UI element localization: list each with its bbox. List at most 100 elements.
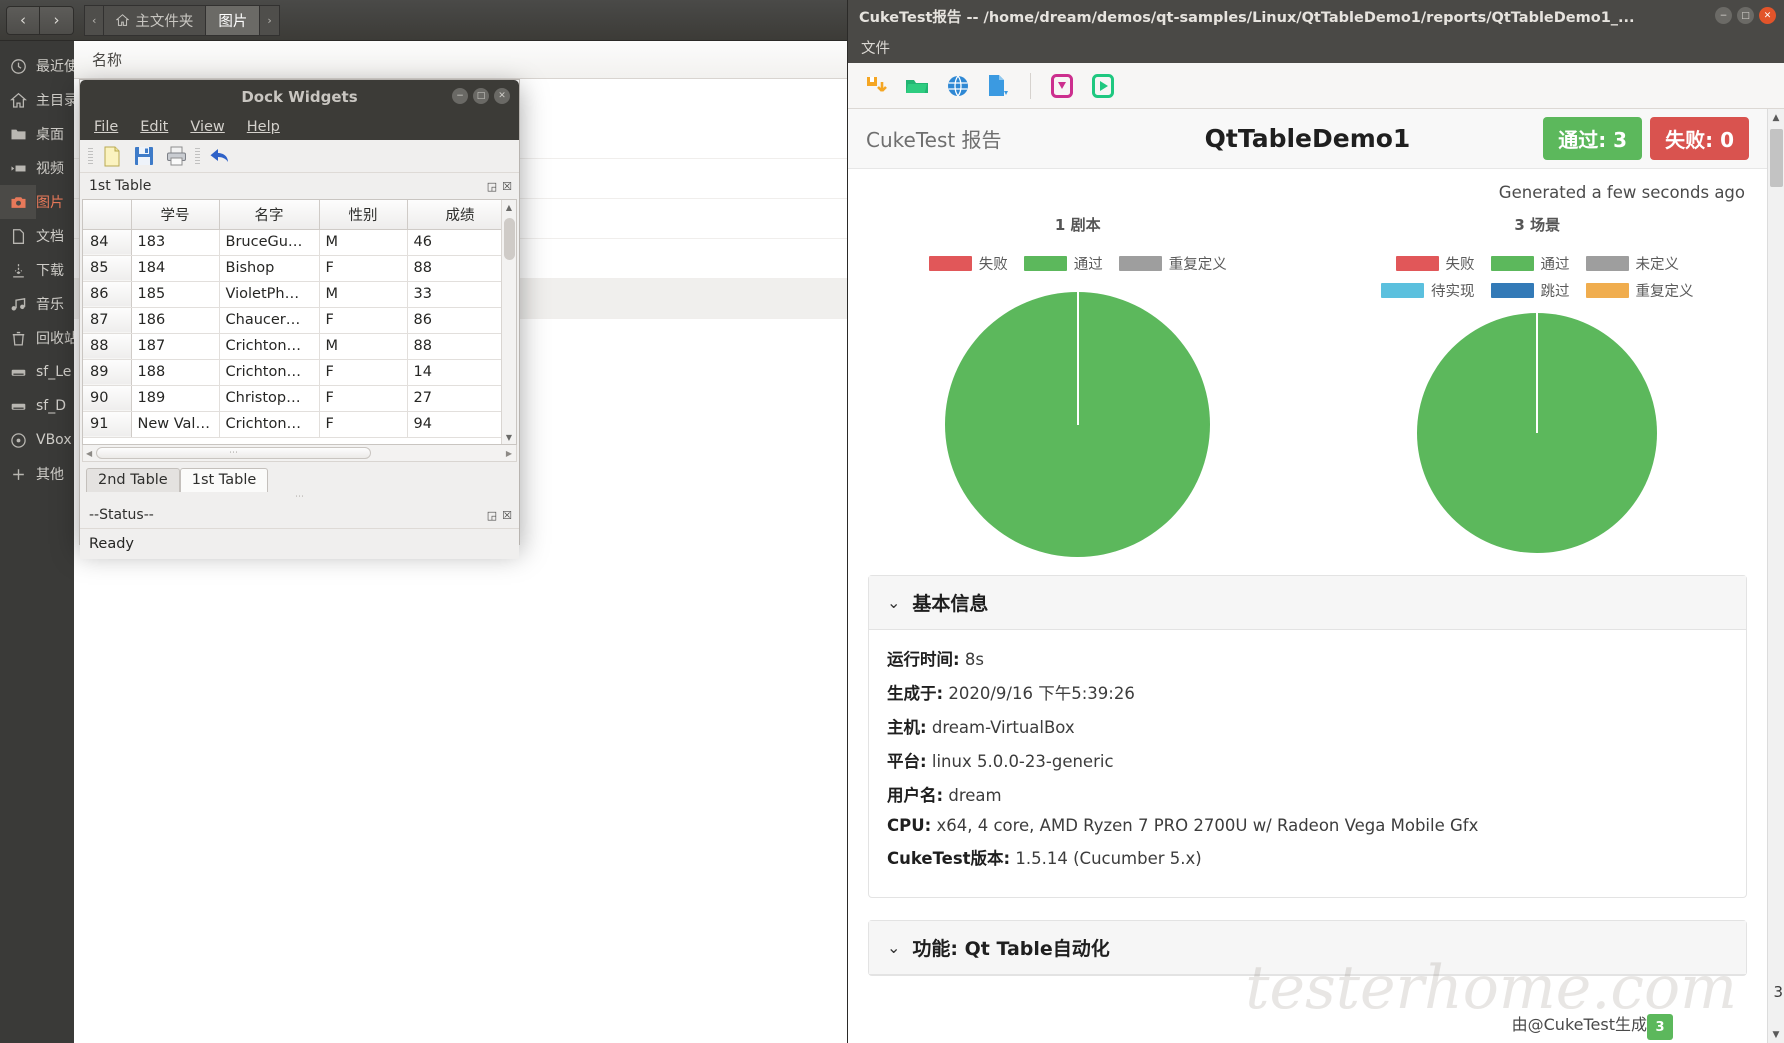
cell-score[interactable]: 94 [407,411,514,438]
sidebar-item-label-home[interactable]: 主目录 [36,83,74,117]
sidebar-item-music[interactable] [0,287,36,321]
sidebar-item-desktop[interactable] [0,117,36,151]
cell-student-id[interactable]: 187 [131,333,220,360]
toolbar-grip[interactable] [88,148,93,164]
legend-item[interactable]: 通过 [1490,253,1570,274]
sidebar-item-sf-d[interactable] [0,389,36,423]
sidebar-item-vbox[interactable] [0,423,36,457]
sidebar-item-sf-le[interactable] [0,355,36,389]
float-icon[interactable]: ◲ [487,180,497,193]
scroll-up-icon[interactable]: ▲ [502,200,516,214]
sidebar-item-videos[interactable] [0,151,36,185]
cell-score[interactable]: 46 [407,229,514,256]
legend-item[interactable]: 跳过 [1490,280,1570,301]
forward-button[interactable]: › [40,5,74,35]
menu-file[interactable]: File [94,119,118,135]
sidebar-item-label-vbox[interactable]: VBox [36,423,74,457]
legend-item[interactable]: 未定义 [1585,253,1679,274]
pie-chart-scenarios[interactable] [1417,313,1658,553]
table-row[interactable]: 91 New Val… Crichton… F 94 [83,411,514,438]
toolbar-grip-2[interactable] [195,148,200,164]
table-horizontal-scrollbar[interactable]: ◀ ⋯ ▶ [82,445,517,462]
cell-student-id[interactable]: 185 [131,281,220,308]
sidebar-item-label-other[interactable]: 其他 [36,457,74,491]
feature-panel-header[interactable]: ⌄ 功能: Qt Table自动化 [869,921,1746,975]
col-index[interactable] [83,200,132,230]
cell-score[interactable]: 88 [407,255,514,282]
legend-item[interactable]: 重复定义 [1118,253,1227,274]
sidebar-item-label-trash[interactable]: 回收站 [36,321,74,355]
cell-name[interactable]: Chaucer… [219,307,320,334]
sidebar-item-label-videos[interactable]: 视频 [36,151,74,185]
hscroll-thumb[interactable]: ⋯ [96,447,371,459]
minimize-icon[interactable]: − [452,88,468,104]
save-button[interactable] [131,143,157,169]
cell-score[interactable]: 33 [407,281,514,308]
table-row[interactable]: 87 186 Chaucer… F 86 [83,307,514,334]
cell-name[interactable]: Crichton… [219,333,320,360]
cell-gender[interactable]: F [319,359,408,386]
stop-button[interactable] [1047,71,1077,101]
legend-item[interactable]: 失败 [1395,253,1475,274]
save-report-button[interactable] [861,71,891,101]
table-vertical-scrollbar[interactable]: ▲ ▼ [501,200,516,444]
cell-score[interactable]: 86 [407,307,514,334]
pie-chart-features[interactable] [945,292,1211,557]
dock-splitter-handle[interactable]: ⋯ [80,492,519,502]
breadcrumb-next-arrow[interactable]: › [259,4,280,36]
table-row[interactable]: 84 183 BruceGu… M 46 [83,229,514,256]
sidebar-item-label-desktop[interactable]: 桌面 [36,117,74,151]
cell-gender[interactable]: F [319,255,408,282]
sidebar-item-label-sf-le[interactable]: sf_Le [36,355,74,389]
cell-student-id[interactable]: 184 [131,255,220,282]
cell-gender[interactable]: M [319,281,408,308]
cell-name[interactable]: Crichton… [219,359,320,386]
cell-score[interactable]: 88 [407,333,514,360]
sidebar-item-home[interactable] [0,83,36,117]
dock-widgets-titlebar[interactable]: Dock Widgets − □ ✕ [80,80,519,113]
cell-student-id[interactable]: 188 [131,359,220,386]
cell-name[interactable]: BruceGu… [219,229,320,256]
cell-score[interactable]: 27 [407,385,514,412]
file-list-column-header[interactable]: 名称 [74,41,847,79]
scroll-right-icon[interactable]: ▶ [506,449,512,458]
table-row[interactable]: 85 184 Bishop F 88 [83,255,514,282]
breadcrumb-item-home[interactable]: 主文件夹 [103,4,206,36]
sidebar-item-label-pictures[interactable]: 图片 [36,185,74,219]
tab-1st-table[interactable]: 1st Table [179,468,269,492]
sidebar-item-recent[interactable] [0,49,36,83]
cell-name[interactable]: VioletPh… [219,281,320,308]
sidebar-item-documents[interactable] [0,219,36,253]
legend-item[interactable]: 失败 [928,253,1008,274]
cell-student-id[interactable]: New Val… [131,411,220,438]
close-icon[interactable]: ☒ [502,180,512,193]
scroll-down-icon[interactable]: ▼ [502,430,516,444]
cell-gender[interactable]: M [319,333,408,360]
sidebar-item-label-sf-d[interactable]: sf_D [36,389,74,423]
legend-item[interactable]: 通过 [1023,253,1103,274]
float-icon[interactable]: ◲ [487,509,497,522]
table-row[interactable]: 89 188 Crichton… F 14 [83,359,514,386]
close-icon[interactable]: ✕ [494,88,510,104]
scroll-up-icon[interactable]: ▲ [1768,109,1784,126]
report-scrollbar[interactable]: ▲ 3 ▼ [1767,109,1784,1043]
breadcrumb-prev-arrow[interactable]: ‹ [84,4,104,36]
back-button[interactable]: ‹ [6,5,40,35]
maximize-icon[interactable]: □ [1737,7,1754,24]
sidebar-item-label-documents[interactable]: 文档 [36,219,74,253]
table-row[interactable]: 86 185 VioletPh… M 33 [83,281,514,308]
sidebar-item-downloads[interactable] [0,253,36,287]
status-badge-pass[interactable]: 通过: 3 [1543,117,1643,160]
cell-student-id[interactable]: 186 [131,307,220,334]
cell-gender[interactable]: F [319,411,408,438]
scroll-left-icon[interactable]: ◀ [86,449,92,458]
cuketest-titlebar[interactable]: CukeTest报告 -- /home/dream/demos/qt-sampl… [848,0,1784,32]
basic-info-panel-header[interactable]: ⌄ 基本信息 [869,576,1746,630]
sidebar-item-trash[interactable] [0,321,36,355]
sidebar-item-other[interactable] [0,457,36,491]
cell-gender[interactable]: M [319,229,408,256]
col-score[interactable]: 成绩 [407,200,514,230]
menu-view[interactable]: View [190,119,224,135]
cell-gender[interactable]: F [319,307,408,334]
maximize-icon[interactable]: □ [473,88,489,104]
